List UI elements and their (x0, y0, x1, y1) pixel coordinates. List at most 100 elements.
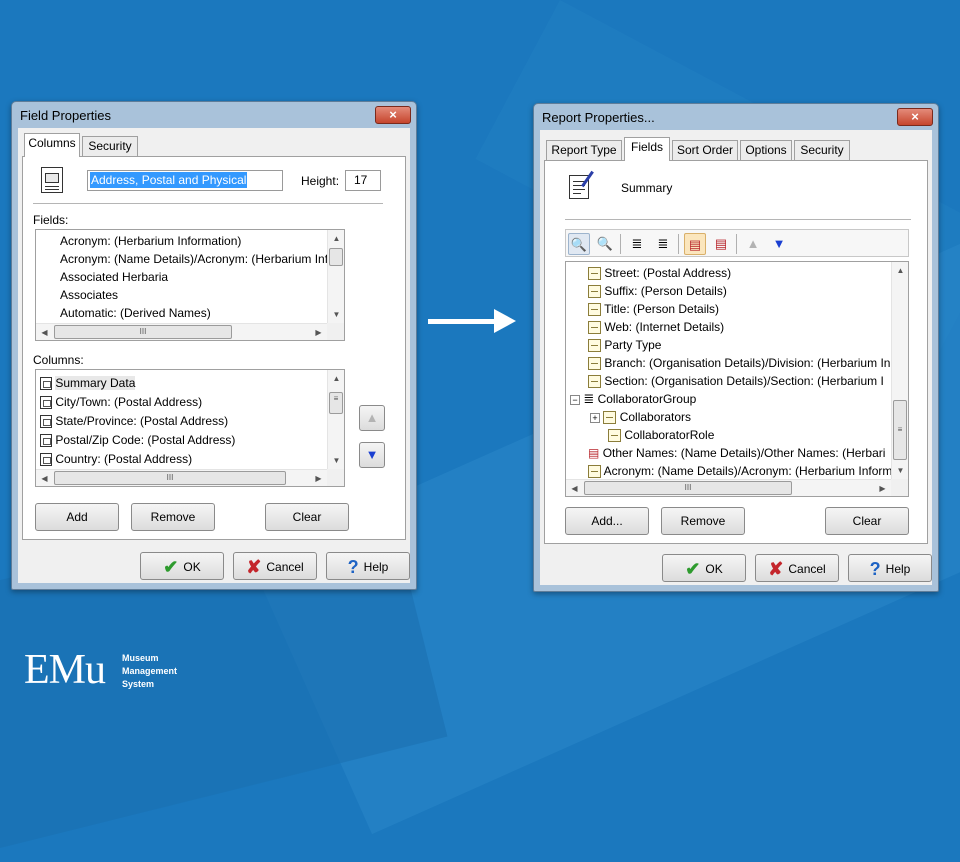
vertical-scrollbar[interactable]: ▲ ≡ ▼ (891, 262, 908, 479)
scroll-right-icon[interactable]: ▶ (874, 480, 891, 496)
tree-item[interactable]: Party Type (566, 336, 908, 354)
tree-item-label: Acronym: (Name Details)/Acronym: (Herbar… (603, 464, 893, 478)
tree-item[interactable]: + Collaborators (566, 408, 908, 426)
tab-columns[interactable]: Columns (24, 133, 80, 157)
scroll-down-icon[interactable]: ▼ (892, 462, 908, 479)
tab-sort-order[interactable]: Sort Order (672, 140, 738, 161)
list-item[interactable]: Associated Herbaria (36, 268, 344, 286)
report-properties-titlebar[interactable]: Report Properties... × (534, 104, 938, 130)
help-button[interactable]: ? Help (326, 552, 410, 580)
clear-button[interactable]: Clear (265, 503, 349, 531)
field-name-input[interactable]: Address, Postal and Physical (87, 170, 283, 191)
cancel-button[interactable]: ✘ Cancel (233, 552, 317, 580)
list-item[interactable]: Country: (Postal Address) (36, 450, 344, 468)
check-icon: ✔ (163, 556, 179, 577)
list-item[interactable]: Acronym: (Herbarium Information) (36, 232, 344, 250)
tab-security[interactable]: Security (794, 140, 850, 161)
tab-report-type[interactable]: Report Type (546, 140, 622, 161)
move-down-button[interactable]: ▼ (359, 442, 385, 468)
column-icon (40, 396, 52, 410)
list-item[interactable]: State/Province: (Postal Address) (36, 412, 344, 430)
height-label: Height: (301, 174, 340, 188)
scroll-left-icon[interactable]: ◀ (566, 480, 583, 496)
horizontal-scrollbar[interactable]: ◀ III ▶ (36, 323, 327, 340)
horizontal-scrollbar[interactable]: ◀ III ▶ (36, 469, 327, 486)
scroll-up-icon[interactable]: ▲ (892, 262, 908, 279)
list-item[interactable]: Acronym: (Name Details)/Acronym: (Herbar… (36, 250, 344, 268)
field-icon (588, 375, 601, 389)
vertical-scrollbar[interactable]: ▲ ▼ (327, 230, 344, 323)
attach-field-icon[interactable]: ▤ (684, 233, 706, 255)
clear-button[interactable]: Clear (825, 507, 909, 535)
tree-item[interactable]: CollaboratorRole (566, 426, 908, 444)
find-field-icon[interactable]: 🔍 (568, 233, 590, 255)
columns-list[interactable]: Summary Data City/Town: (Postal Address)… (35, 369, 345, 487)
remove-button[interactable]: Remove (661, 507, 745, 535)
scroll-right-icon[interactable]: ▶ (310, 470, 327, 486)
tree-item[interactable]: ▤ Other Names: (Name Details)/Other Name… (566, 444, 908, 462)
close-button[interactable]: × (375, 106, 411, 124)
tree-item[interactable]: Branch: (Organisation Details)/Division:… (566, 354, 908, 372)
help-label: Help (363, 559, 389, 574)
tree-item[interactable]: Street: (Postal Address) (566, 264, 908, 282)
scroll-down-icon[interactable]: ▼ (328, 306, 344, 323)
list-item[interactable]: Summary Data (36, 374, 344, 392)
field-properties-dialog: Field Properties × Columns Security Addr… (11, 101, 417, 590)
list-item[interactable]: City/Town: (Postal Address) (36, 393, 344, 411)
move-down-icon[interactable]: ▼ (768, 233, 790, 255)
scroll-left-icon[interactable]: ◀ (36, 324, 53, 340)
arrow-right-icon (494, 309, 516, 333)
list-item[interactable]: Automatic: (Derived Names) (36, 304, 344, 322)
scroll-thumb[interactable]: III (584, 481, 792, 495)
ok-button[interactable]: ✔ OK (140, 552, 224, 580)
add-button[interactable]: Add... (565, 507, 649, 535)
move-up-icon[interactable]: ▲ (742, 233, 764, 255)
scroll-thumb[interactable]: ≡ (329, 392, 343, 414)
scroll-up-icon[interactable]: ▲ (328, 230, 344, 247)
vertical-scrollbar[interactable]: ▲ ≡ ▼ (327, 370, 344, 469)
move-up-button[interactable]: ▲ (359, 405, 385, 431)
list-item[interactable]: Postal/Zip Code: (Postal Address) (36, 431, 344, 449)
remove-button[interactable]: Remove (131, 503, 215, 531)
tab-security[interactable]: Security (82, 136, 138, 157)
field-icon (588, 267, 601, 281)
tab-options[interactable]: Options (740, 140, 792, 161)
field-properties-title: Field Properties (20, 108, 112, 123)
tree-item[interactable]: − ≣ CollaboratorGroup (566, 390, 908, 408)
scroll-thumb[interactable]: III (54, 471, 286, 485)
tree-item[interactable]: Section: (Organisation Details)/Section:… (566, 372, 908, 390)
horizontal-scrollbar[interactable]: ◀ III ▶ (566, 479, 891, 496)
fields-list[interactable]: Acronym: (Herbarium Information) Acronym… (35, 229, 345, 341)
close-button[interactable]: × (897, 108, 933, 126)
add-subgroup-icon[interactable]: ≣ (652, 233, 674, 255)
detach-field-icon[interactable]: ▤ (710, 233, 732, 255)
scroll-thumb[interactable]: III (54, 325, 232, 339)
list-item[interactable]: Associates (36, 286, 344, 304)
summary-label: Summary (621, 181, 673, 195)
expand-toggle[interactable]: + (590, 412, 600, 423)
find-next-icon[interactable]: 🔍 (594, 233, 616, 255)
tree-item-label: Title: (Person Details) (604, 302, 720, 316)
tree-item[interactable]: Acronym: (Name Details)/Acronym: (Herbar… (566, 462, 908, 480)
scroll-down-icon[interactable]: ▼ (328, 452, 344, 469)
add-button[interactable]: Add (35, 503, 119, 531)
tree-item[interactable]: Suffix: (Person Details) (566, 282, 908, 300)
cross-icon: ✘ (246, 556, 262, 577)
collapse-toggle[interactable]: − (570, 394, 580, 405)
scroll-right-icon[interactable]: ▶ (310, 324, 327, 340)
tab-fields[interactable]: Fields (624, 137, 670, 161)
tree-item[interactable]: Title: (Person Details) (566, 300, 908, 318)
tree-item[interactable]: Web: (Internet Details) (566, 318, 908, 336)
field-properties-titlebar[interactable]: Field Properties × (12, 102, 416, 128)
fields-tree[interactable]: Street: (Postal Address) Suffix: (Person… (565, 261, 909, 497)
document-icon (41, 167, 63, 193)
add-group-icon[interactable]: ≣ (626, 233, 648, 255)
scroll-left-icon[interactable]: ◀ (36, 470, 53, 486)
cancel-button[interactable]: ✘ Cancel (755, 554, 839, 582)
help-button[interactable]: ? Help (848, 554, 932, 582)
height-input[interactable]: 17 (345, 170, 381, 191)
scroll-thumb[interactable]: ≡ (893, 400, 907, 460)
scroll-up-icon[interactable]: ▲ (328, 370, 344, 387)
scroll-thumb[interactable] (329, 248, 343, 266)
ok-button[interactable]: ✔ OK (662, 554, 746, 582)
